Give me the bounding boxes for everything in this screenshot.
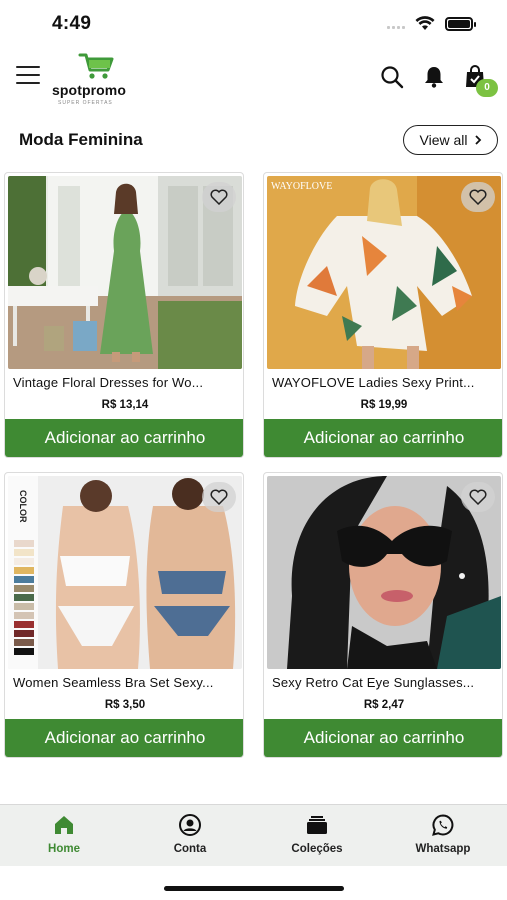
- nav-item-whatsapp[interactable]: Whatsapp: [393, 813, 493, 865]
- nav-item-colecoes[interactable]: Coleções: [267, 813, 367, 865]
- add-to-cart-button[interactable]: Adicionar ao carrinho: [264, 419, 502, 457]
- whatsapp-icon: [432, 814, 454, 836]
- app-header: spotpromo SUPER OFERTAS: [0, 46, 507, 108]
- nav-item-home[interactable]: Home: [14, 813, 114, 865]
- section-title: Moda Feminina: [19, 130, 143, 149]
- home-indicator: [164, 886, 344, 891]
- product-image[interactable]: WAYOFLOVE: [267, 176, 501, 369]
- image-brand-text: WAYOFLOVE: [271, 181, 332, 192]
- battery-icon: [445, 16, 476, 31]
- image-color-text: COLOR: [18, 490, 28, 523]
- home-icon: [55, 816, 73, 834]
- product-price: R$ 13,14: [101, 399, 149, 411]
- product-price: R$ 19,99: [360, 399, 408, 411]
- view-all-button[interactable]: View all: [403, 125, 498, 155]
- add-to-cart-button[interactable]: Adicionar ao carrinho: [5, 419, 243, 457]
- product-price: R$ 3,50: [104, 699, 146, 711]
- chevron-right-icon: [474, 135, 481, 145]
- favorite-button[interactable]: [202, 482, 236, 512]
- cart-count-badge: 0: [476, 79, 498, 97]
- heart-icon: [469, 189, 487, 205]
- status-bar: 4:49: [0, 0, 507, 46]
- menu-icon[interactable]: [16, 66, 40, 84]
- favorite-button[interactable]: [461, 482, 495, 512]
- nav-label-home: Home: [48, 843, 80, 855]
- favorite-button[interactable]: [461, 182, 495, 212]
- wifi-icon: [415, 16, 435, 30]
- nav-label-whatsapp: Whatsapp: [415, 843, 471, 855]
- collections-icon: [307, 816, 327, 834]
- logo-tagline: SUPER OFERTAS: [58, 100, 113, 106]
- user-icon: [179, 814, 201, 836]
- product-card[interactable]: COLOR Women Seamless Bra Set Sexy... R$ …: [4, 472, 244, 758]
- product-price: R$ 2,47: [363, 699, 405, 711]
- add-to-cart-button[interactable]: Adicionar ao carrinho: [5, 719, 243, 757]
- product-card[interactable]: WAYOFLOVE WAYOFLOVE Ladies Sexy Print...…: [263, 172, 503, 458]
- view-all-label: View all: [419, 132, 468, 148]
- heart-icon: [210, 189, 228, 205]
- add-to-cart-button[interactable]: Adicionar ao carrinho: [264, 719, 502, 757]
- nav-item-conta[interactable]: Conta: [140, 813, 240, 865]
- product-name[interactable]: Sexy Retro Cat Eye Sunglasses...: [272, 675, 496, 690]
- product-name[interactable]: Women Seamless Bra Set Sexy...: [13, 675, 237, 690]
- heart-icon: [469, 489, 487, 505]
- logo-cart-icon: [78, 53, 114, 79]
- product-name[interactable]: Vintage Floral Dresses for Wo...: [13, 375, 237, 390]
- product-image[interactable]: COLOR: [8, 476, 242, 669]
- bottom-nav: Home Conta Coleções Whatsapp: [0, 804, 507, 866]
- logo-name: spotpromo: [52, 82, 127, 98]
- product-image[interactable]: [267, 476, 501, 669]
- status-time: 4:49: [52, 13, 92, 34]
- nav-label-conta: Conta: [173, 843, 207, 855]
- status-icons: [387, 16, 476, 31]
- bell-icon[interactable]: [421, 64, 447, 90]
- product-name[interactable]: WAYOFLOVE Ladies Sexy Print...: [272, 375, 496, 390]
- logo[interactable]: spotpromo SUPER OFERTAS: [52, 52, 142, 106]
- heart-icon: [210, 489, 228, 505]
- signal-icon: [387, 19, 405, 29]
- product-image[interactable]: [8, 176, 242, 369]
- product-card[interactable]: Sexy Retro Cat Eye Sunglasses... R$ 2,47…: [263, 472, 503, 758]
- product-card[interactable]: Vintage Floral Dresses for Wo... R$ 13,1…: [4, 172, 244, 458]
- favorite-button[interactable]: [202, 182, 236, 212]
- search-icon[interactable]: [379, 64, 405, 90]
- nav-label-colecoes: Coleções: [291, 843, 343, 855]
